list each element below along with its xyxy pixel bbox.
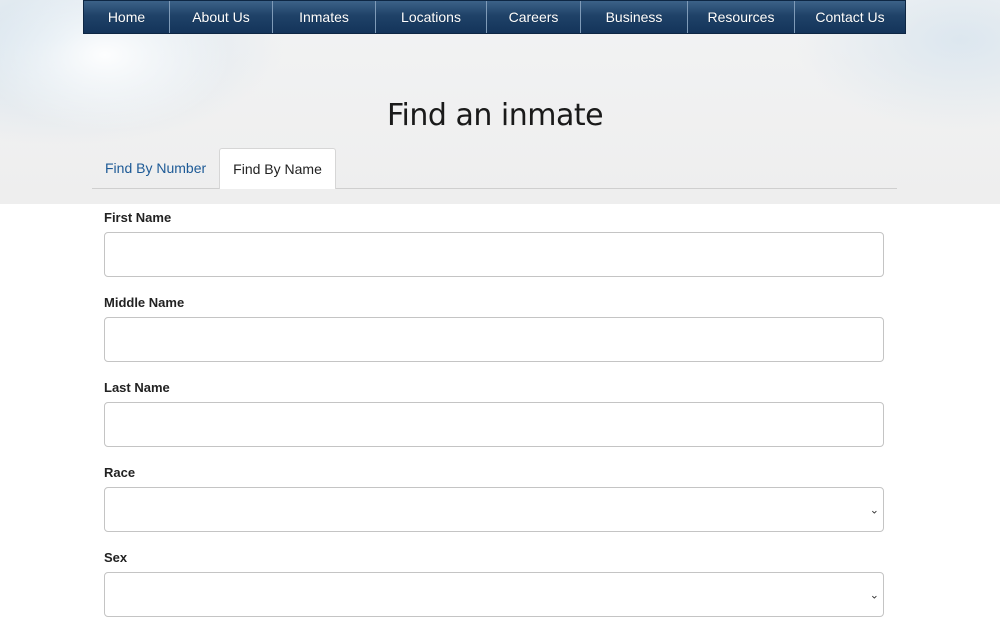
sex-label: Sex	[104, 550, 128, 565]
nav-item-resources[interactable]: Resources	[687, 1, 794, 33]
last-name-input[interactable]	[104, 402, 884, 447]
nav-item-home[interactable]: Home	[84, 1, 169, 33]
tab-find-by-number[interactable]: Find By Number	[92, 148, 219, 188]
middle-name-input[interactable]	[104, 317, 884, 362]
chevron-down-icon: ⌄	[869, 504, 879, 516]
page-title: Find an inmate	[386, 98, 604, 134]
nav-item-about-us[interactable]: About Us	[169, 1, 272, 33]
race-label: Race	[104, 465, 136, 480]
nav-item-inmates[interactable]: Inmates	[272, 1, 375, 33]
tab-find-by-name[interactable]: Find By Name	[219, 148, 336, 189]
search-tabs: Find By Number Find By Name	[92, 147, 897, 189]
first-name-field-group: First Name	[104, 204, 884, 277]
nav-item-business[interactable]: Business	[580, 1, 687, 33]
race-field-group: Race ⌄	[104, 459, 884, 532]
last-name-label: Last Name	[104, 380, 170, 395]
last-name-field-group: Last Name	[104, 374, 884, 447]
race-select[interactable]: ⌄	[104, 487, 884, 532]
middle-name-field-group: Middle Name	[104, 289, 884, 362]
chevron-down-icon: ⌄	[869, 589, 879, 601]
find-by-name-form: First Name Middle Name Last Name Race ⌄ …	[104, 204, 884, 629]
nav-item-careers[interactable]: Careers	[486, 1, 580, 33]
first-name-label: First Name	[104, 210, 172, 225]
middle-name-label: Middle Name	[104, 295, 185, 310]
first-name-input[interactable]	[104, 232, 884, 277]
nav-item-locations[interactable]: Locations	[375, 1, 486, 33]
main-nav: Home About Us Inmates Locations Careers …	[83, 0, 906, 34]
sex-field-group: Sex ⌄	[104, 544, 884, 617]
nav-item-contact-us[interactable]: Contact Us	[794, 1, 905, 33]
sex-select[interactable]: ⌄	[104, 572, 884, 617]
